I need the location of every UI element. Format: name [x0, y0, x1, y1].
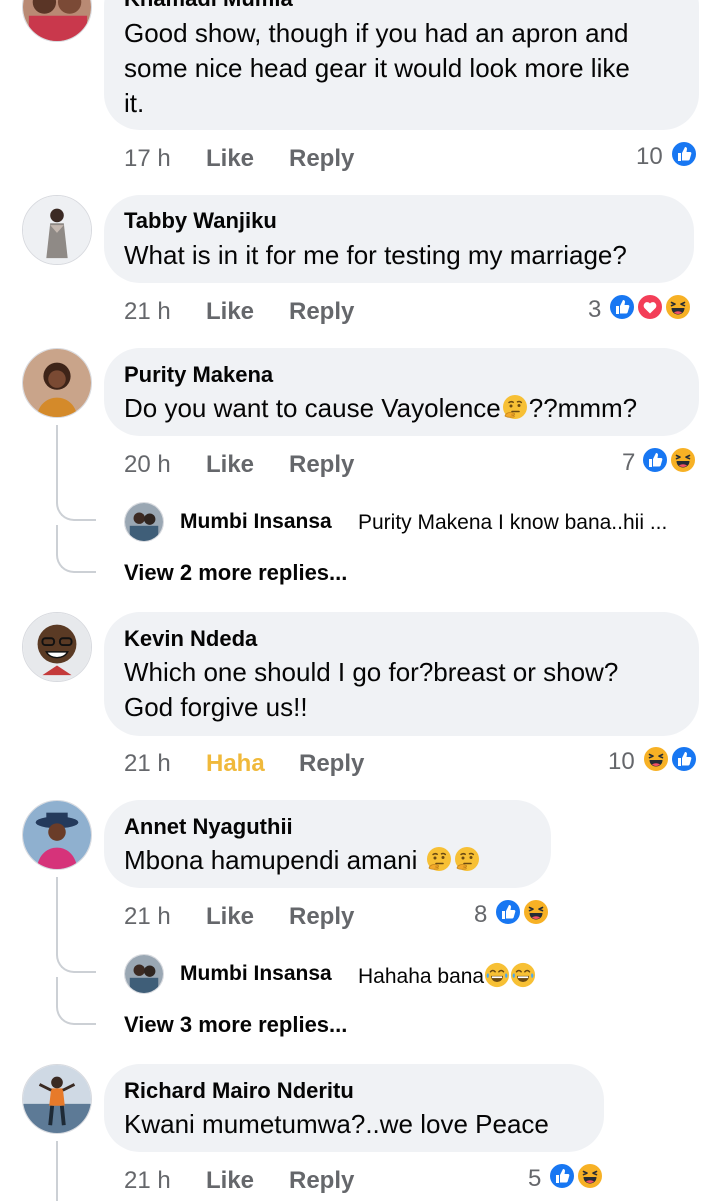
haha-button[interactable]: Haha: [206, 750, 265, 778]
haha-reaction-icon[interactable]: [642, 745, 670, 773]
comment-text: Mbona hamupendi amani: [124, 843, 481, 878]
like-button[interactable]: Like: [206, 1167, 254, 1195]
comment-author[interactable]: Purity Makena: [124, 362, 273, 388]
like-reaction-icon[interactable]: [641, 446, 669, 474]
haha-reaction-icon[interactable]: [576, 1162, 604, 1190]
comment-text: What is in it for me for testing my marr…: [124, 240, 627, 270]
like-button[interactable]: Like: [206, 145, 254, 173]
comment-author[interactable]: Richard Mairo Nderitu: [124, 1078, 354, 1104]
comment-timestamp[interactable]: 21 h: [124, 1167, 171, 1195]
reply-button[interactable]: Reply: [289, 451, 354, 479]
view-more-replies-link[interactable]: View 2 more replies...: [124, 560, 347, 586]
comment-timestamp[interactable]: 21 h: [124, 750, 171, 778]
reply-button[interactable]: Reply: [289, 1167, 354, 1195]
reply-connector: [56, 485, 96, 521]
reaction-count[interactable]: 10: [608, 748, 635, 776]
comment-author[interactable]: Tabby Wanjiku: [124, 208, 277, 234]
reply-connector: [56, 525, 96, 573]
tears-of-joy-emoji-icon: [510, 962, 536, 988]
reply-author[interactable]: Mumbi Insansa: [180, 962, 332, 986]
view-more-replies-link[interactable]: View 3 more replies...: [124, 1012, 347, 1038]
avatar[interactable]: [22, 1064, 92, 1134]
comment-author[interactable]: Kevin Ndeda: [124, 626, 257, 652]
like-reaction-icon[interactable]: [548, 1162, 576, 1190]
reply-button[interactable]: Reply: [289, 298, 354, 326]
reply-thread-line: [56, 425, 58, 485]
comment-timestamp[interactable]: 21 h: [124, 903, 171, 931]
profile-photo: [23, 0, 91, 41]
avatar[interactable]: [22, 612, 92, 682]
comment-timestamp[interactable]: 21 h: [124, 298, 171, 326]
reply-connector: [56, 977, 96, 1025]
comment-timestamp[interactable]: 20 h: [124, 451, 171, 479]
avatar[interactable]: [22, 800, 92, 870]
haha-reaction-icon[interactable]: [664, 293, 692, 321]
comment-text: Do you want to cause Vayolence ??mmm?: [124, 393, 638, 423]
profile-photo: [125, 955, 163, 993]
avatar[interactable]: [124, 502, 164, 542]
profile-photo: [125, 503, 163, 541]
like-button[interactable]: Like: [206, 451, 254, 479]
like-reaction-icon[interactable]: [494, 898, 522, 926]
profile-photo: [23, 349, 91, 417]
like-reaction-icon[interactable]: [670, 745, 698, 773]
like-reaction-icon[interactable]: [670, 140, 698, 168]
comment-timestamp[interactable]: 17 h: [124, 145, 171, 173]
reply-thread-line: [56, 1141, 58, 1201]
profile-photo: [23, 613, 91, 681]
haha-reaction-icon[interactable]: [522, 898, 550, 926]
reaction-count[interactable]: 7: [622, 449, 635, 477]
reaction-count[interactable]: 5: [528, 1165, 541, 1193]
reply-button[interactable]: Reply: [299, 750, 364, 778]
haha-reaction-icon[interactable]: [669, 446, 697, 474]
thinking-emoji-icon: [501, 394, 529, 422]
reply-text: Hahaha bana: [358, 962, 536, 989]
reply-author[interactable]: Mumbi Insansa: [180, 510, 332, 534]
reply-text: Purity Makena I know bana..hii ...: [358, 511, 668, 534]
reply-button[interactable]: Reply: [289, 903, 354, 931]
like-button[interactable]: Like: [206, 298, 254, 326]
tears-of-joy-emoji-icon: [484, 962, 510, 988]
profile-photo: [23, 196, 91, 264]
comment-author[interactable]: Annet Nyaguthii: [124, 814, 293, 840]
comment-text: Kwani mumetumwa?..we love Peace: [124, 1109, 549, 1139]
avatar[interactable]: [124, 954, 164, 994]
comment-text: Which one should I go for?breast or show…: [124, 657, 619, 722]
like-reaction-icon[interactable]: [608, 293, 636, 321]
reply-connector: [56, 937, 96, 973]
profile-photo: [23, 801, 91, 869]
like-button[interactable]: Like: [206, 903, 254, 931]
reaction-count[interactable]: 3: [588, 296, 601, 324]
comment-author[interactable]: Khamadi Mumia: [124, 0, 293, 12]
profile-photo: [23, 1065, 91, 1133]
reaction-count[interactable]: 8: [474, 901, 487, 929]
thinking-emoji-icon: [425, 846, 453, 874]
reply-button[interactable]: Reply: [289, 145, 354, 173]
thinking-emoji-icon: [453, 846, 481, 874]
avatar[interactable]: [22, 348, 92, 418]
love-reaction-icon[interactable]: [636, 293, 664, 321]
comment-text: Good show, though if you had an apron an…: [124, 18, 630, 118]
reply-thread-line: [56, 877, 58, 937]
reaction-count[interactable]: 10: [636, 143, 663, 171]
avatar[interactable]: [22, 195, 92, 265]
avatar[interactable]: [22, 0, 92, 42]
